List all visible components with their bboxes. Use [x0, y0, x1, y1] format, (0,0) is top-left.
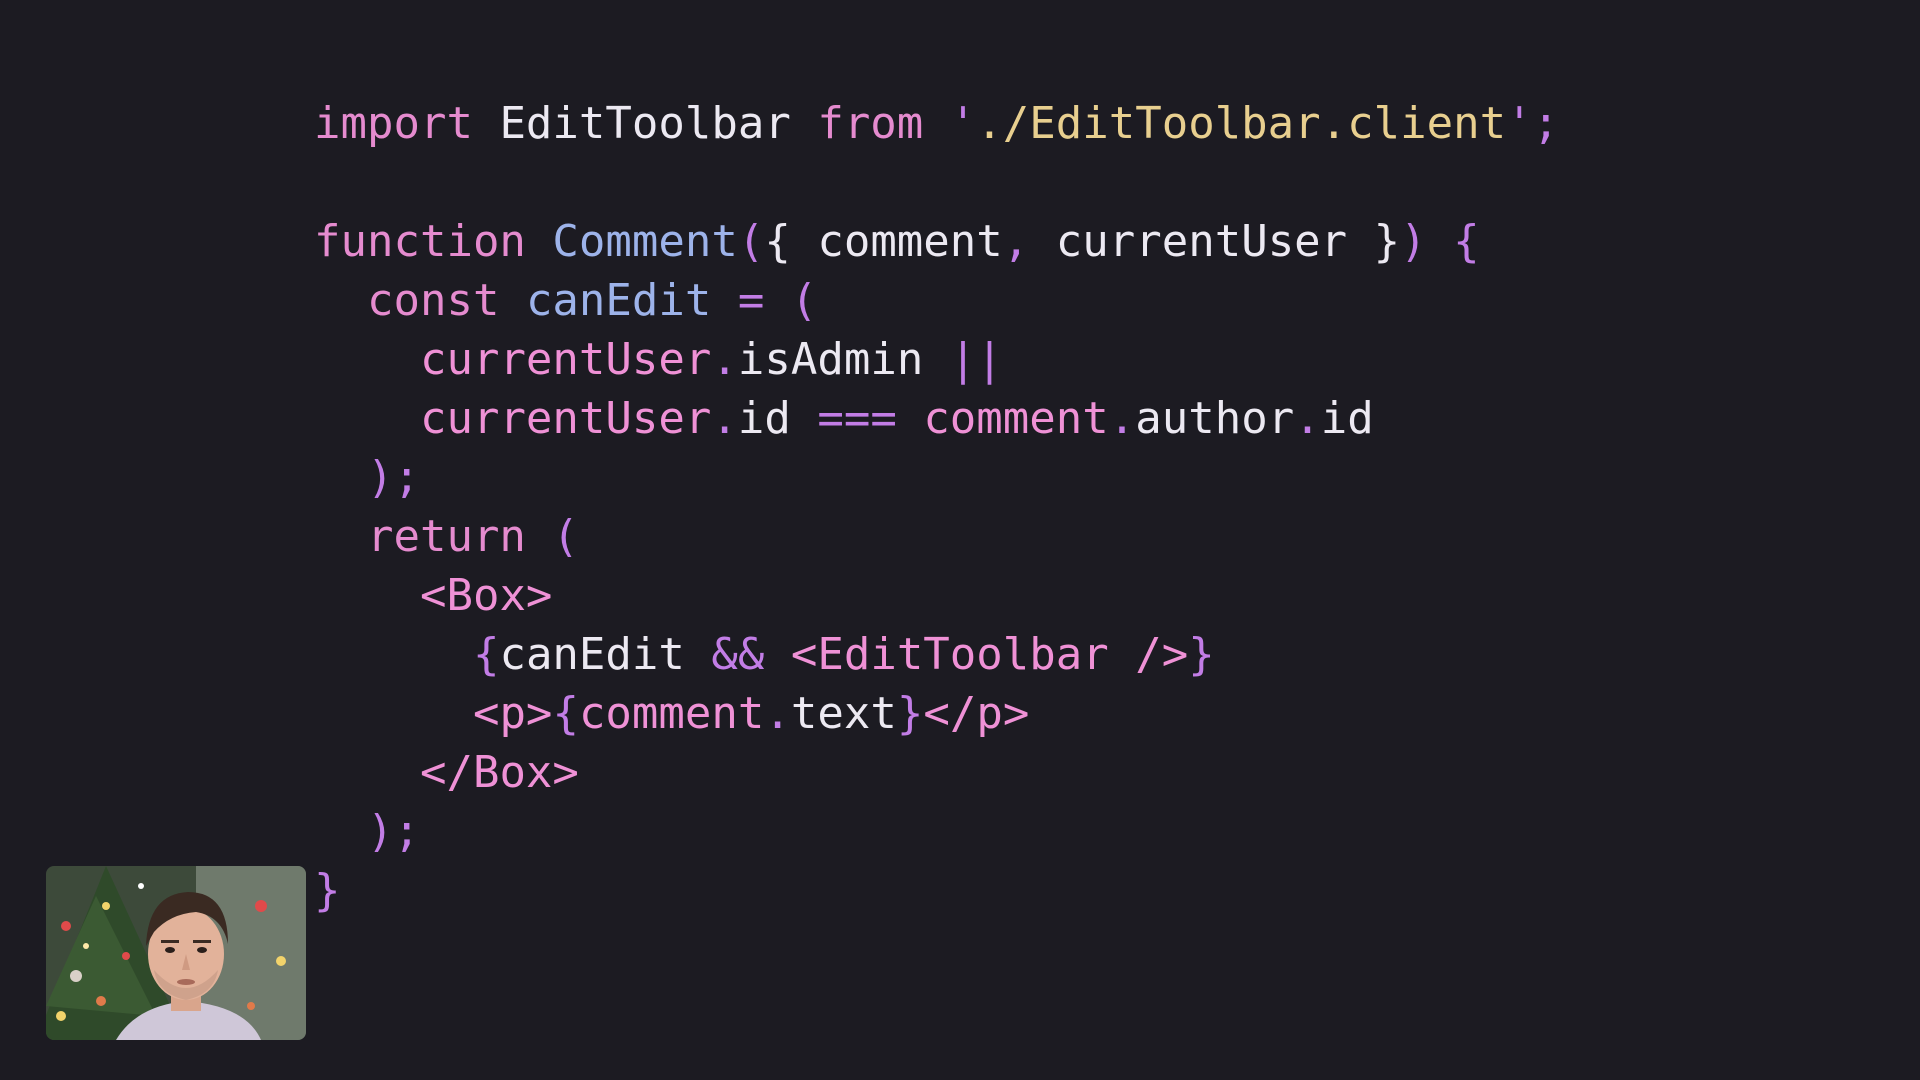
code-token-punc: . [764, 688, 791, 739]
code-token-kw: function [314, 216, 526, 267]
code-token-punc: , [1002, 216, 1030, 267]
code-line: function Comment({ comment, currentUser … [314, 212, 1559, 271]
code-token-fn: Comment [552, 216, 738, 267]
code-token-punc: '; [1506, 98, 1560, 149]
code-token-id [314, 275, 367, 326]
code-line: const canEdit = ( [314, 271, 1559, 330]
code-block: import EditToolbar from './EditToolbar.c… [314, 94, 1559, 920]
code-token-punc: ); [366, 452, 420, 503]
code-token-punc: } [1188, 629, 1215, 680]
code-token-id [314, 806, 367, 857]
code-token-punc: ) [1400, 216, 1427, 267]
code-line: } [314, 861, 1559, 920]
code-token-punc: . [1294, 393, 1321, 444]
code-token-var: currentUser [419, 334, 712, 385]
code-token-var: </p> [923, 688, 1030, 739]
code-token-kw: import [314, 98, 473, 149]
presenter-webcam-icon [46, 866, 306, 1040]
code-token-kw: return [366, 511, 526, 562]
code-token-op: && [684, 629, 791, 680]
code-token-punc: } [314, 865, 341, 916]
code-token-id [314, 747, 420, 798]
code-line: import EditToolbar from './EditToolbar.c… [314, 94, 1559, 153]
code-line: return ( [314, 507, 1559, 566]
code-token-id [314, 688, 473, 739]
code-line: ); [314, 802, 1559, 861]
code-token-kw: from [817, 98, 924, 149]
code-token-id [314, 393, 420, 444]
code-line: <p>{comment.text}</p> [314, 684, 1559, 743]
code-token-id: author [1135, 393, 1295, 444]
code-token-id: isAdmin [737, 334, 924, 385]
code-token-kw: const [366, 275, 500, 326]
code-token-punc: { [1453, 216, 1480, 267]
code-token-fn: canEdit [525, 275, 712, 326]
code-token-id: id [1320, 393, 1374, 444]
slide: import EditToolbar from './EditToolbar.c… [0, 0, 1920, 1080]
code-token-op: = ( [711, 275, 818, 326]
code-token-punc: ); [366, 806, 420, 857]
code-token-id [314, 452, 367, 503]
code-token-op: === [790, 393, 924, 444]
code-token-id: id [737, 393, 791, 444]
code-token-id: currentUser } [1029, 216, 1401, 267]
code-token-var: comment [923, 393, 1109, 444]
code-token-str: ./EditToolbar.client [976, 98, 1507, 149]
code-token-id [314, 629, 473, 680]
code-token-id [314, 570, 420, 621]
code-token-punc: . [1108, 393, 1136, 444]
code-token-var: comment [578, 688, 765, 739]
code-token-punc: ' [923, 98, 977, 149]
code-token-punc: . [711, 334, 738, 385]
code-token-id [314, 334, 420, 385]
code-token-punc: . [711, 393, 738, 444]
code-token-id [526, 216, 553, 267]
code-token-punc: { [472, 629, 500, 680]
code-token-var: </Box> [419, 747, 579, 798]
code-token-punc: { [552, 688, 579, 739]
code-token-punc: } [896, 688, 924, 739]
code-line: </Box> [314, 743, 1559, 802]
code-token-op: || [923, 334, 1003, 385]
code-token-var: currentUser [419, 393, 712, 444]
code-token-punc: ( [525, 511, 579, 562]
code-token-id: canEdit [499, 629, 685, 680]
code-token-var: <p> [472, 688, 553, 739]
code-token-var: <EditToolbar /> [790, 629, 1189, 680]
code-token-var: <Box> [419, 570, 553, 621]
code-token-id [499, 275, 526, 326]
code-line: {canEdit && <EditToolbar />} [314, 625, 1559, 684]
code-token-id: { comment [764, 216, 1003, 267]
code-line: <Box> [314, 566, 1559, 625]
code-line: currentUser.isAdmin || [314, 330, 1559, 389]
presenter-webcam [46, 866, 306, 1040]
code-token-id [1427, 216, 1454, 267]
code-line: ); [314, 448, 1559, 507]
code-token-id [314, 511, 367, 562]
code-token-id: EditToolbar [472, 98, 818, 149]
code-line: currentUser.id === comment.author.id [314, 389, 1559, 448]
code-token-id: text [790, 688, 897, 739]
code-token-punc: ( [737, 216, 765, 267]
